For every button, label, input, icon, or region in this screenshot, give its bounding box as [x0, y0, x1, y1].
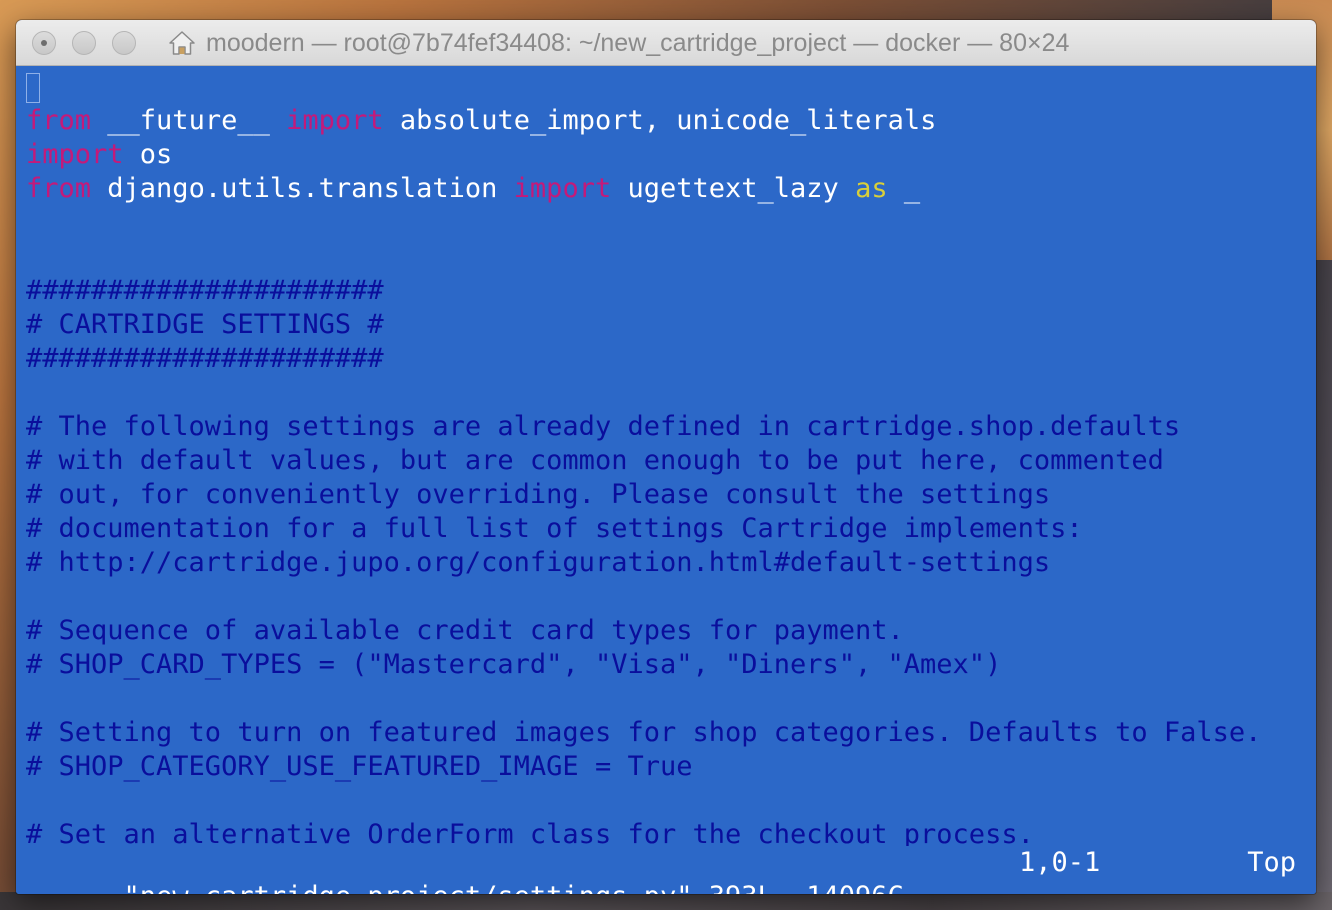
text-cursor	[26, 72, 40, 103]
code-text: ugettext_lazy	[611, 173, 856, 204]
comment-line: # Sequence of available credit card type…	[26, 615, 904, 646]
window-title: moodern — root@7b74fef34408: ~/new_cartr…	[206, 29, 1070, 57]
vim-status-line: "new_cartridge_project/settings.py" 393L…	[26, 846, 1296, 894]
comment-line: # out, for conveniently overriding. Plea…	[26, 479, 1051, 510]
terminal-window: moodern — root@7b74fef34408: ~/new_cartr…	[16, 20, 1316, 894]
code-text: _	[887, 173, 921, 204]
keyword: from	[26, 105, 92, 136]
keyword: from	[26, 173, 92, 204]
title-bar[interactable]: moodern — root@7b74fef34408: ~/new_cartr…	[16, 20, 1316, 66]
status-file-info: "new_cartridge_project/settings.py" 393L…	[124, 881, 904, 894]
comment-line: ######################	[26, 275, 384, 306]
keyword: import	[286, 105, 384, 136]
keyword-as: as	[855, 173, 888, 204]
code-text: absolute_import, unicode_literals	[383, 105, 937, 136]
keyword: import	[26, 139, 124, 170]
vim-editor[interactable]: from __future__ import absolute_import, …	[16, 66, 1316, 894]
comment-line: # with default values, but are common en…	[26, 445, 1164, 476]
home-icon	[168, 30, 196, 56]
code-line: import os	[26, 138, 172, 172]
zoom-button[interactable]	[112, 31, 136, 55]
comment-line: # documentation for a full list of setti…	[26, 513, 1083, 544]
comment-line: # CARTRIDGE SETTINGS #	[26, 309, 384, 340]
keyword: import	[513, 173, 612, 204]
desktop-wallpaper-bottom	[0, 892, 1332, 910]
code-text: __future__	[91, 105, 287, 136]
status-scroll-position: Top	[1247, 847, 1296, 878]
code-line: from django.utils.translation import uge…	[26, 172, 920, 206]
comment-line: # Setting to turn on featured images for…	[26, 717, 1262, 748]
comment-line: # The following settings are already def…	[26, 411, 1181, 442]
code-text: django.utils.translation	[91, 173, 514, 204]
text-cursor-line	[26, 70, 40, 104]
minimize-button[interactable]	[72, 31, 96, 55]
comment-line: # http://cartridge.jupo.org/configuratio…	[26, 547, 1051, 578]
status-cursor-position: 1,0-1	[1019, 847, 1101, 878]
comment-line: # SHOP_CATEGORY_USE_FEATURED_IMAGE = Tru…	[26, 751, 693, 782]
comment-line: ######################	[26, 343, 384, 374]
comment-line: # SHOP_CARD_TYPES = ("Mastercard", "Visa…	[26, 649, 1002, 680]
code-text: os	[123, 139, 173, 170]
comment-line: # Set an alternative OrderForm class for…	[26, 819, 1034, 846]
code-line: from __future__ import absolute_import, …	[26, 104, 936, 138]
close-button[interactable]	[32, 31, 56, 55]
